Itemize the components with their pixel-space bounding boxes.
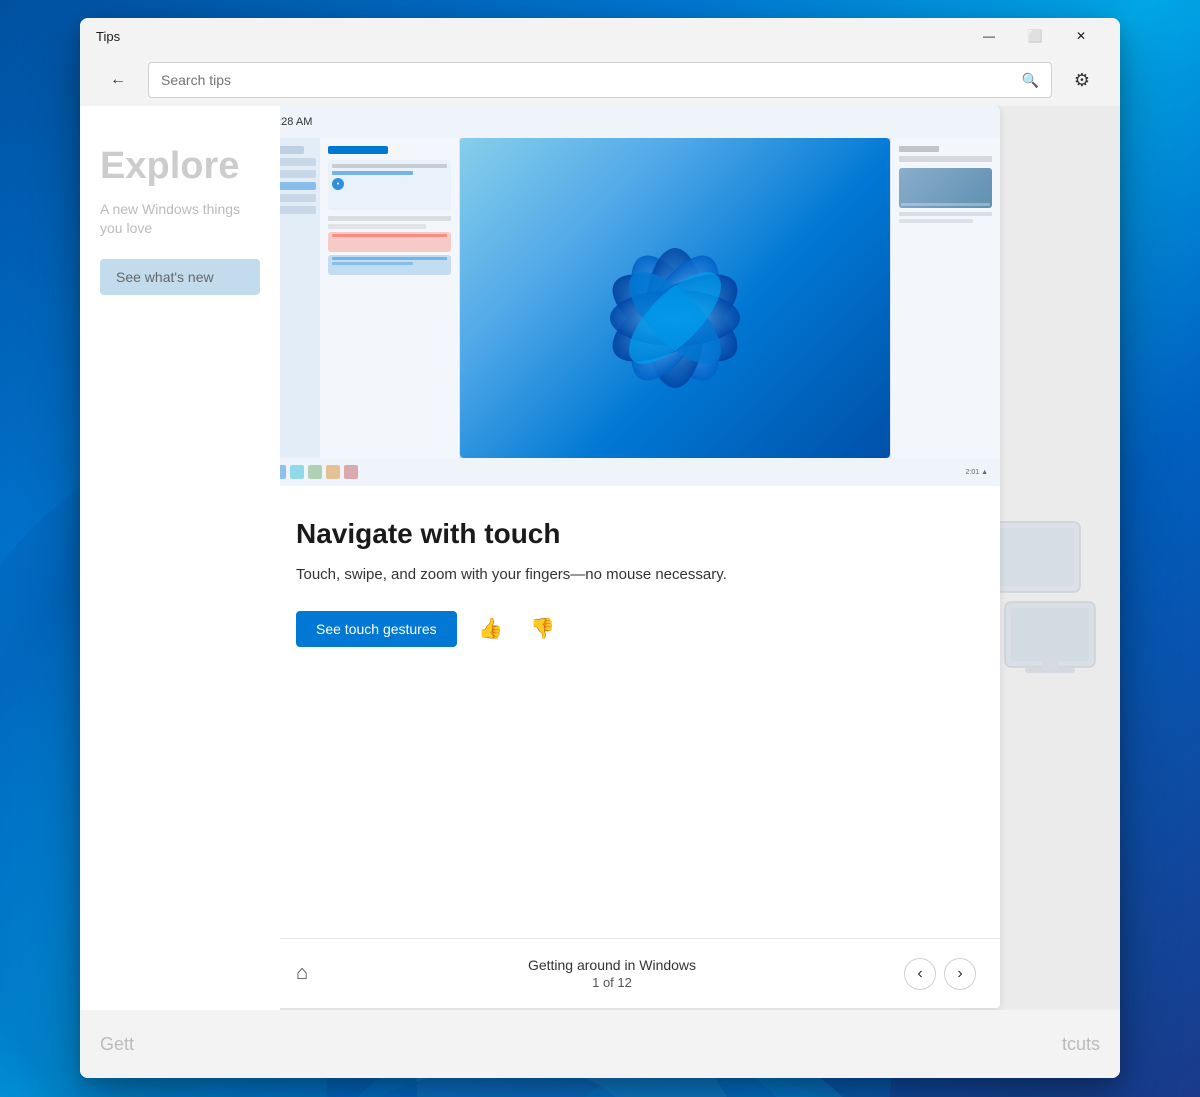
home-icon: ⌂ bbox=[296, 962, 308, 985]
nav-arrows: ‹ › bbox=[904, 958, 976, 990]
titlebar: Tips — ⬜ ✕ bbox=[80, 18, 1120, 54]
thumbsdown-icon: 👎 bbox=[530, 616, 555, 641]
screenshot-content: • bbox=[260, 138, 1000, 458]
left-card: Explore A new Windows things you love Se… bbox=[80, 106, 280, 1078]
taskbar-icon bbox=[344, 465, 358, 479]
minimize-button[interactable]: — bbox=[966, 20, 1012, 52]
see-whats-new-button[interactable]: See what's new bbox=[100, 259, 260, 295]
search-input[interactable] bbox=[161, 72, 1014, 88]
card-bottom-nav: ⌂ Getting around in Windows 1 of 12 ‹ › bbox=[260, 938, 1000, 1008]
taskbar-icon bbox=[326, 465, 340, 479]
screenshot-taskbar-top: 9:28 AM bbox=[260, 106, 1000, 138]
tips-window: Tips — ⬜ ✕ ← 🔍 ⚙ Explore bbox=[80, 18, 1120, 1078]
card-title: Navigate with touch bbox=[296, 518, 964, 550]
screenshot-taskbar-bottom: 2:01 ▲ bbox=[260, 458, 1000, 486]
card-hero-image: 9:28 AM bbox=[260, 106, 1000, 486]
gear-icon: ⚙ bbox=[1074, 70, 1090, 91]
section-title: Getting around in Windows bbox=[528, 957, 696, 973]
card-description: Touch, swipe, and zoom with your fingers… bbox=[296, 564, 964, 587]
toolbar: ← 🔍 ⚙ bbox=[80, 54, 1120, 106]
search-icon[interactable]: 🔍 bbox=[1022, 72, 1039, 89]
screenshot-right-panel bbox=[890, 138, 1000, 458]
windows-screenshot: 9:28 AM bbox=[260, 106, 1000, 486]
screenshot-desktop-area bbox=[460, 138, 890, 458]
taskbar-icon bbox=[308, 465, 322, 479]
left-card-description: A new Windows things you love bbox=[100, 200, 260, 239]
taskbar-time: 2:01 ▲ bbox=[966, 469, 989, 476]
home-button[interactable]: ⌂ bbox=[284, 956, 320, 992]
card-actions: See touch gestures 👍 👎 bbox=[296, 611, 964, 647]
back-button[interactable]: ← bbox=[100, 62, 136, 98]
window-title: Tips bbox=[96, 29, 120, 44]
left-card-title: Explore bbox=[100, 146, 260, 188]
search-bar: 🔍 bbox=[148, 62, 1052, 98]
prev-button[interactable]: ‹ bbox=[904, 958, 936, 990]
maximize-button[interactable]: ⬜ bbox=[1012, 20, 1058, 52]
nav-center-info: Getting around in Windows 1 of 12 bbox=[528, 957, 696, 990]
see-touch-gestures-button[interactable]: See touch gestures bbox=[296, 611, 457, 647]
thumbsup-button[interactable]: 👍 bbox=[473, 611, 509, 647]
content-area: Explore A new Windows things you love Se… bbox=[80, 106, 1120, 1078]
card-body: Navigate with touch Touch, swipe, and zo… bbox=[260, 486, 1000, 938]
page-indicator: 1 of 12 bbox=[592, 975, 632, 990]
bloom-svg bbox=[565, 188, 785, 408]
close-button[interactable]: ✕ bbox=[1058, 20, 1104, 52]
main-card: 9:28 AM bbox=[260, 106, 1000, 1008]
bottom-right-label: tcuts bbox=[1062, 1034, 1100, 1055]
thumbsup-icon: 👍 bbox=[478, 616, 503, 641]
bottom-strip: Gett tcuts bbox=[80, 1010, 1120, 1078]
settings-button[interactable]: ⚙ bbox=[1064, 62, 1100, 98]
next-button[interactable]: › bbox=[944, 958, 976, 990]
bottom-left-label: Gett bbox=[100, 1034, 134, 1055]
thumbsdown-button[interactable]: 👎 bbox=[525, 611, 561, 647]
navigation-bar: ⌂ Getting around in Windows 1 of 12 ‹ › bbox=[284, 956, 976, 992]
screenshot-left-panel: • bbox=[320, 138, 460, 458]
titlebar-controls: — ⬜ ✕ bbox=[966, 20, 1104, 52]
taskbar-icon bbox=[290, 465, 304, 479]
